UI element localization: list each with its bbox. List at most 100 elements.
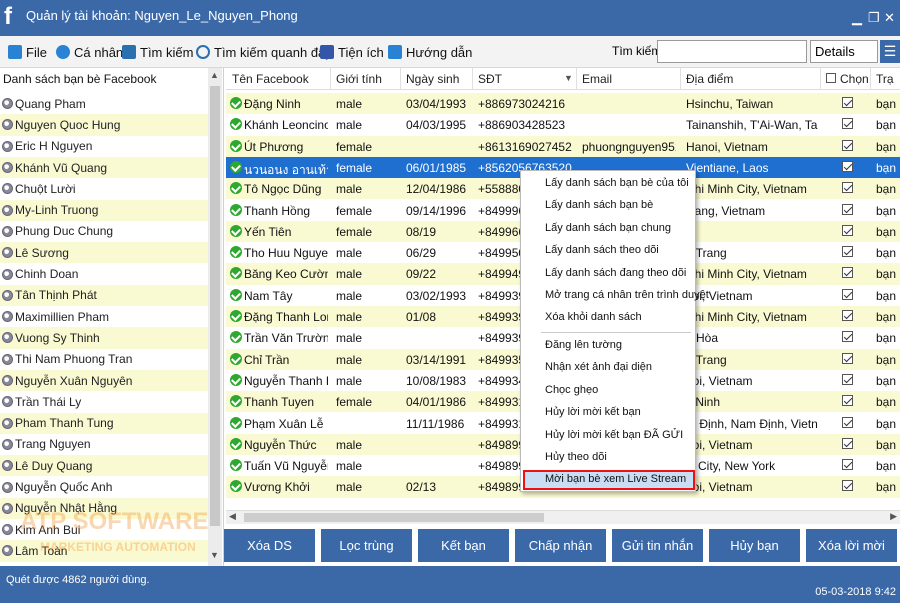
menu-tim-kiem[interactable]: Tìm kiếm [122, 43, 193, 61]
minimize-button[interactable]: ▁ [852, 10, 862, 26]
friend-list-item[interactable]: Trang Nguyen [0, 434, 208, 455]
friend-list-item[interactable]: Pham Thanh Tung [0, 412, 208, 434]
online-check-icon [230, 160, 242, 173]
context-menu-item[interactable]: Lấy danh sách đang theo dõi [545, 267, 686, 279]
row-select-checkbox[interactable] [842, 373, 853, 385]
col-header-gender[interactable]: Giới tính [336, 72, 382, 86]
cell-status: bạn [876, 352, 897, 367]
friend-list-item[interactable]: Lê Sương [0, 242, 208, 264]
row-select-checkbox[interactable] [842, 139, 853, 151]
col-header-place[interactable]: Địa điểm [686, 72, 733, 86]
row-select-checkbox[interactable] [842, 246, 853, 258]
friend-list-item[interactable]: Trần Thái Ly [0, 391, 208, 412]
friend-list-item[interactable]: Maximillien Pham [0, 306, 208, 327]
table-row[interactable]: Đặng Ninh male 03/04/1993 +886973024216 Hsin… [226, 93, 900, 115]
friend-list-item[interactable]: Nguyen Quoc Hung [0, 114, 208, 136]
friend-list-item[interactable]: Lê Duy Quang [0, 455, 208, 477]
grid-horizontal-scrollbar[interactable]: ◀ ▶ [226, 510, 900, 524]
friend-list-item[interactable]: Phung Duc Chung [0, 221, 208, 242]
scroll-down-icon[interactable]: ▼ [210, 550, 219, 560]
menu-tim-kiem-quanh-day[interactable]: Tìm kiếm quanh đây [196, 43, 332, 61]
row-select-checkbox[interactable] [842, 331, 853, 343]
context-menu-item[interactable]: Lấy danh sách theo dõi [545, 244, 659, 256]
row-select-checkbox[interactable] [842, 480, 853, 492]
cell-dob: 04/03/1995 [406, 118, 467, 133]
clear-list-button[interactable]: Xóa DS [224, 529, 315, 562]
friend-list-item[interactable]: Vuong Sy Thinh [0, 327, 208, 349]
row-select-checkbox[interactable] [842, 310, 853, 321]
row-select-checkbox[interactable] [842, 160, 853, 172]
row-select-checkbox[interactable] [842, 224, 853, 236]
hamburger-menu-icon[interactable]: ☰ [880, 40, 900, 63]
friend-list-item[interactable]: Khánh Vũ Quang [0, 156, 208, 179]
col-header-select[interactable]: Chọn [840, 72, 869, 86]
accept-button[interactable]: Chấp nhận [515, 529, 606, 562]
cell-gender: male [336, 246, 363, 261]
context-menu-item[interactable]: Xóa khỏi danh sách [545, 311, 642, 323]
row-select-checkbox[interactable] [842, 203, 853, 215]
scroll-right-icon[interactable]: ▶ [890, 511, 897, 522]
scroll-left-icon[interactable]: ◀ [229, 511, 236, 522]
friend-list-item[interactable]: Tân Thịnh Phát [0, 284, 208, 306]
context-menu-item[interactable]: Lấy danh sách bạn bè của tôi [545, 177, 689, 189]
cell-place: Vientiane, Laos [686, 160, 769, 175]
row-select-checkbox[interactable] [842, 395, 853, 407]
menu-tien-ich[interactable]: Tiện ích [320, 43, 384, 61]
friend-list-item[interactable]: Chinh Doan [0, 263, 208, 284]
select-all-checkbox[interactable] [826, 73, 836, 83]
restore-button[interactable]: ❐ [868, 10, 880, 26]
friend-list-item[interactable]: Nguyễn Xuân Nguyên [0, 369, 208, 392]
add-friend-button[interactable]: Kết bạn [418, 529, 509, 562]
cell-place: Chi Minh City, Vietnam [686, 182, 807, 197]
menu-huong-dan[interactable]: Hướng dẫn [388, 43, 472, 61]
context-menu-item[interactable]: Lấy danh sách bạn chung [545, 222, 671, 234]
col-header-dob[interactable]: Ngày sinh [406, 72, 459, 86]
invite-live-stream-menu-item[interactable]: Mời bạn bè xem Live Stream [545, 473, 686, 485]
send-message-button[interactable]: Gửi tin nhắn [612, 529, 703, 562]
friend-list-item[interactable]: Nguyễn Quốc Anh [0, 476, 208, 497]
context-menu-item[interactable]: Hủy lời mời kết bạn [545, 406, 641, 418]
context-menu-item[interactable]: Hủy theo dõi [545, 451, 607, 463]
context-menu-item[interactable]: Lấy danh sách bạn bè [545, 199, 653, 211]
table-row[interactable]: Út Phương female +8613169027452 phuongnguye… [226, 135, 900, 157]
unfriend-button[interactable]: Hủy bạn [709, 529, 800, 562]
close-button[interactable]: ✕ [884, 10, 895, 26]
col-header-name[interactable]: Tên Facebook [232, 72, 309, 86]
scroll-thumb[interactable] [244, 513, 544, 522]
scroll-up-icon[interactable]: ▲ [210, 70, 219, 80]
friend-list-item[interactable]: Quang Pham [0, 93, 208, 114]
friend-list-item[interactable]: Chuột Lười [0, 178, 208, 199]
friend-list-item[interactable]: Thi Nam Phuong Tran [0, 349, 208, 370]
search-input[interactable] [657, 40, 807, 63]
row-select-checkbox[interactable] [842, 118, 853, 130]
row-select-checkbox[interactable] [842, 352, 853, 364]
col-header-phone[interactable]: SĐT [478, 72, 502, 86]
row-select-checkbox[interactable] [842, 97, 853, 108]
context-menu-item[interactable]: Mở trang cá nhân trên trình duyệt [545, 289, 709, 301]
row-select-checkbox[interactable] [842, 267, 853, 279]
sort-down-icon[interactable]: ▼ [564, 73, 573, 83]
row-select-checkbox[interactable] [842, 459, 853, 471]
friend-name: Nguyễn Quốc Anh [15, 480, 113, 495]
row-select-checkbox[interactable] [842, 182, 853, 194]
table-row[interactable]: Khánh Leoncino male 04/03/1995 +88690342852… [226, 114, 900, 135]
row-select-checkbox[interactable] [842, 437, 853, 449]
friend-list-item[interactable]: Eric H Nguyen [0, 136, 208, 157]
context-menu-item[interactable]: Đăng lên tường [545, 339, 622, 351]
row-select-checkbox[interactable] [842, 288, 853, 300]
context-menu-item[interactable]: Nhận xét ảnh đại diện [545, 361, 652, 373]
context-menu-item[interactable]: Hủy lời mời kết bạn ĐÃ GỬI [545, 429, 683, 441]
view-mode-select[interactable]: Details [810, 40, 878, 63]
menu-ca-nhan[interactable]: Cá nhân [56, 43, 123, 61]
context-menu-item[interactable]: Chọc ghẹo [545, 384, 598, 396]
menu-file[interactable]: File [8, 43, 47, 61]
delete-invites-button[interactable]: Xóa lời mời [806, 529, 897, 562]
filter-duplicates-button[interactable]: Lọc trùng [321, 529, 412, 562]
friend-list-scrollbar[interactable]: ▲ ▼ [208, 68, 222, 566]
friend-avatar-icon [2, 396, 13, 408]
col-header-status[interactable]: Trạ [876, 72, 894, 86]
friend-list-item[interactable]: My-Linh Truong [0, 199, 208, 221]
col-header-email[interactable]: Email [582, 72, 612, 86]
row-select-checkbox[interactable] [842, 416, 853, 428]
scroll-thumb[interactable] [210, 86, 220, 526]
